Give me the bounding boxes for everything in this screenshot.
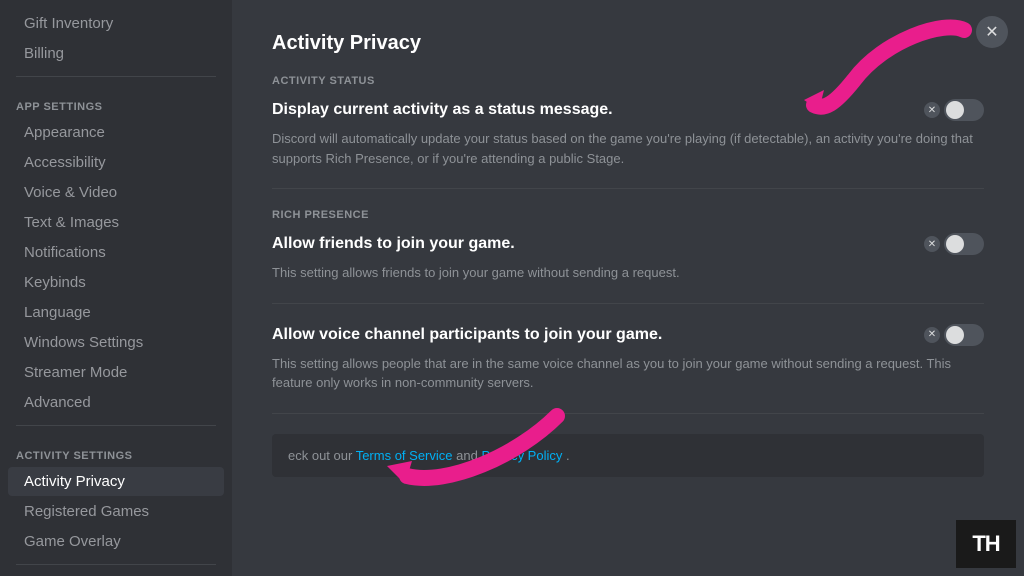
sidebar-item-notifications[interactable]: Notifications [8, 238, 224, 267]
sidebar-item-billing[interactable]: Billing [8, 39, 224, 68]
allow-voice-desc: This setting allows people that are in t… [272, 354, 984, 393]
page-title: Activity Privacy [272, 32, 984, 55]
sidebar-item-game-overlay[interactable]: Game Overlay [8, 527, 224, 556]
footer-privacy-link[interactable]: Privacy Policy [481, 448, 562, 463]
allow-voice-toggle[interactable] [944, 324, 984, 346]
footer-tos-link[interactable]: Terms of Service [356, 448, 453, 463]
sidebar-item-gift-inventory[interactable]: Gift Inventory [8, 9, 224, 38]
toggle-thumb [946, 101, 964, 119]
close-button[interactable]: ✕ [976, 16, 1008, 48]
sidebar-item-windows-settings[interactable]: Windows Settings [8, 328, 224, 357]
allow-voice-header: Allow voice channel participants to join… [272, 324, 984, 346]
display-activity-toggle-container: ✕ [924, 99, 984, 121]
setting-row-allow-voice-join: Allow voice channel participants to join… [272, 324, 984, 414]
sidebar-item-keybinds[interactable]: Keybinds [8, 268, 224, 297]
sidebar-item-accessibility[interactable]: Accessibility [8, 148, 224, 177]
footer-prefix: eck out our [288, 448, 356, 463]
sidebar-item-appearance[interactable]: Appearance [8, 118, 224, 147]
sidebar-item-registered-games[interactable]: Registered Games [8, 497, 224, 526]
allow-voice-toggle-x[interactable]: ✕ [924, 327, 940, 343]
display-activity-toggle[interactable] [944, 99, 984, 121]
sidebar-item-language[interactable]: Language [8, 298, 224, 327]
allow-friends-header: Allow friends to join your game. ✕ [272, 233, 984, 255]
sidebar-divider-activity [16, 425, 216, 426]
toggle-thumb-2 [946, 235, 964, 253]
sidebar-divider-bottom [16, 564, 216, 565]
footer-and: and [456, 448, 481, 463]
setting-row-allow-friends-join: Allow friends to join your game. ✕ This … [272, 233, 984, 304]
sidebar-item-advanced[interactable]: Advanced [8, 388, 224, 417]
sidebar-item-voice-video[interactable]: Voice & Video [8, 178, 224, 207]
sidebar-item-activity-privacy[interactable]: Activity Privacy [8, 467, 224, 496]
footer-bar: eck out our Terms of Service and Privacy… [272, 434, 984, 477]
display-activity-desc: Discord will automatically update your s… [272, 129, 984, 168]
sidebar-divider-app [16, 76, 216, 77]
toggle-thumb-3 [946, 326, 964, 344]
allow-voice-title: Allow voice channel participants to join… [272, 326, 662, 344]
app-settings-header: APP SETTINGS [0, 85, 232, 117]
setting-row-display-activity: Display current activity as a status mes… [272, 99, 984, 189]
display-activity-title: Display current activity as a status mes… [272, 101, 613, 119]
footer-period: . [566, 448, 570, 463]
display-activity-toggle-x[interactable]: ✕ [924, 102, 940, 118]
activity-settings-header: ACTIVITY SETTINGS [0, 434, 232, 466]
sidebar: Gift Inventory Billing APP SETTINGS Appe… [0, 0, 232, 576]
rich-presence-label: RICH PRESENCE [272, 209, 984, 221]
allow-friends-toggle-x[interactable]: ✕ [924, 236, 940, 252]
allow-friends-toggle[interactable] [944, 233, 984, 255]
allow-friends-toggle-container: ✕ [924, 233, 984, 255]
main-content: ✕ Activity Privacy ACTIVITY STATUS Displ… [232, 0, 1024, 576]
setting-row-header: Display current activity as a status mes… [272, 99, 984, 121]
sidebar-item-text-images[interactable]: Text & Images [8, 208, 224, 237]
watermark: TH [956, 520, 1016, 568]
sidebar-item-streamer-mode[interactable]: Streamer Mode [8, 358, 224, 387]
allow-friends-desc: This setting allows friends to join your… [272, 263, 984, 283]
activity-status-label: ACTIVITY STATUS [272, 75, 984, 87]
allow-voice-toggle-container: ✕ [924, 324, 984, 346]
allow-friends-title: Allow friends to join your game. [272, 235, 515, 253]
